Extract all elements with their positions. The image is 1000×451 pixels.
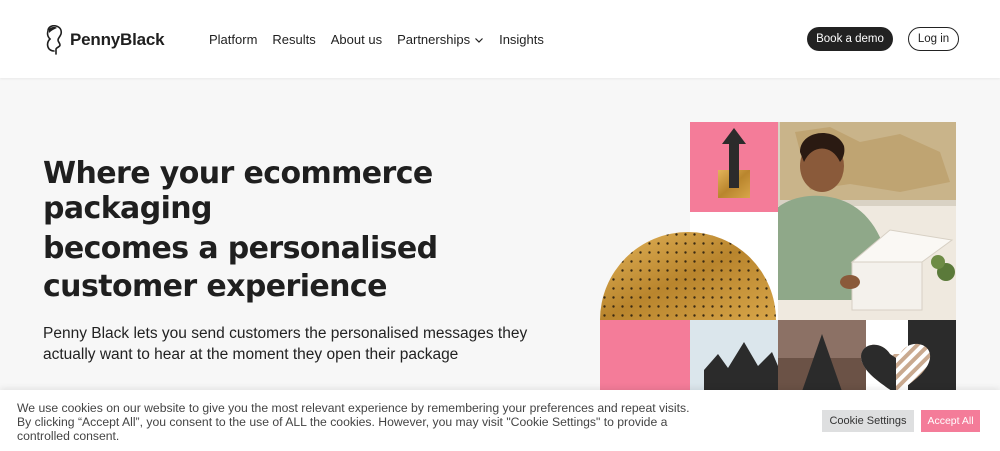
nav-item-results[interactable]: Results	[272, 32, 315, 47]
main-nav: Platform Results About us Partnerships I…	[209, 32, 544, 47]
hero-headline: Where your ecommerce packaging becomes a…	[43, 156, 513, 304]
logo-portrait-icon	[46, 25, 63, 55]
hero-collage-image	[600, 122, 956, 397]
chevron-down-icon	[475, 37, 484, 43]
accept-all-button[interactable]: Accept All	[921, 410, 980, 432]
book-demo-button[interactable]: Book a demo	[807, 27, 893, 51]
brand-name: PennyBlack	[70, 30, 165, 49]
nav-item-insights[interactable]: Insights	[499, 32, 544, 47]
hero-headline-line2: becomes a personalised	[43, 231, 438, 266]
site-header: PennyBlack Platform Results About us Par…	[0, 0, 1000, 78]
brand-logo[interactable]: PennyBlack	[42, 24, 165, 56]
nav-item-about-us[interactable]: About us	[331, 32, 382, 47]
cookie-banner: We use cookies on our website to give yo…	[0, 390, 1000, 451]
nav-item-partnerships-label: Partnerships	[397, 32, 471, 47]
hero-headline-line3: customer experience	[43, 269, 387, 304]
hero-headline-line1: Where your ecommerce packaging	[43, 156, 433, 226]
nav-item-partnerships[interactable]: Partnerships	[397, 32, 484, 47]
hero-subtext: Penny Black lets you send customers the …	[43, 325, 528, 363]
nav-item-platform[interactable]: Platform	[209, 32, 257, 47]
cookie-consent-text: We use cookies on our website to give yo…	[17, 401, 690, 443]
login-button[interactable]: Log in	[908, 27, 959, 51]
cookie-settings-button[interactable]: Cookie Settings	[822, 410, 914, 432]
hero-collage-graphic	[600, 122, 956, 397]
